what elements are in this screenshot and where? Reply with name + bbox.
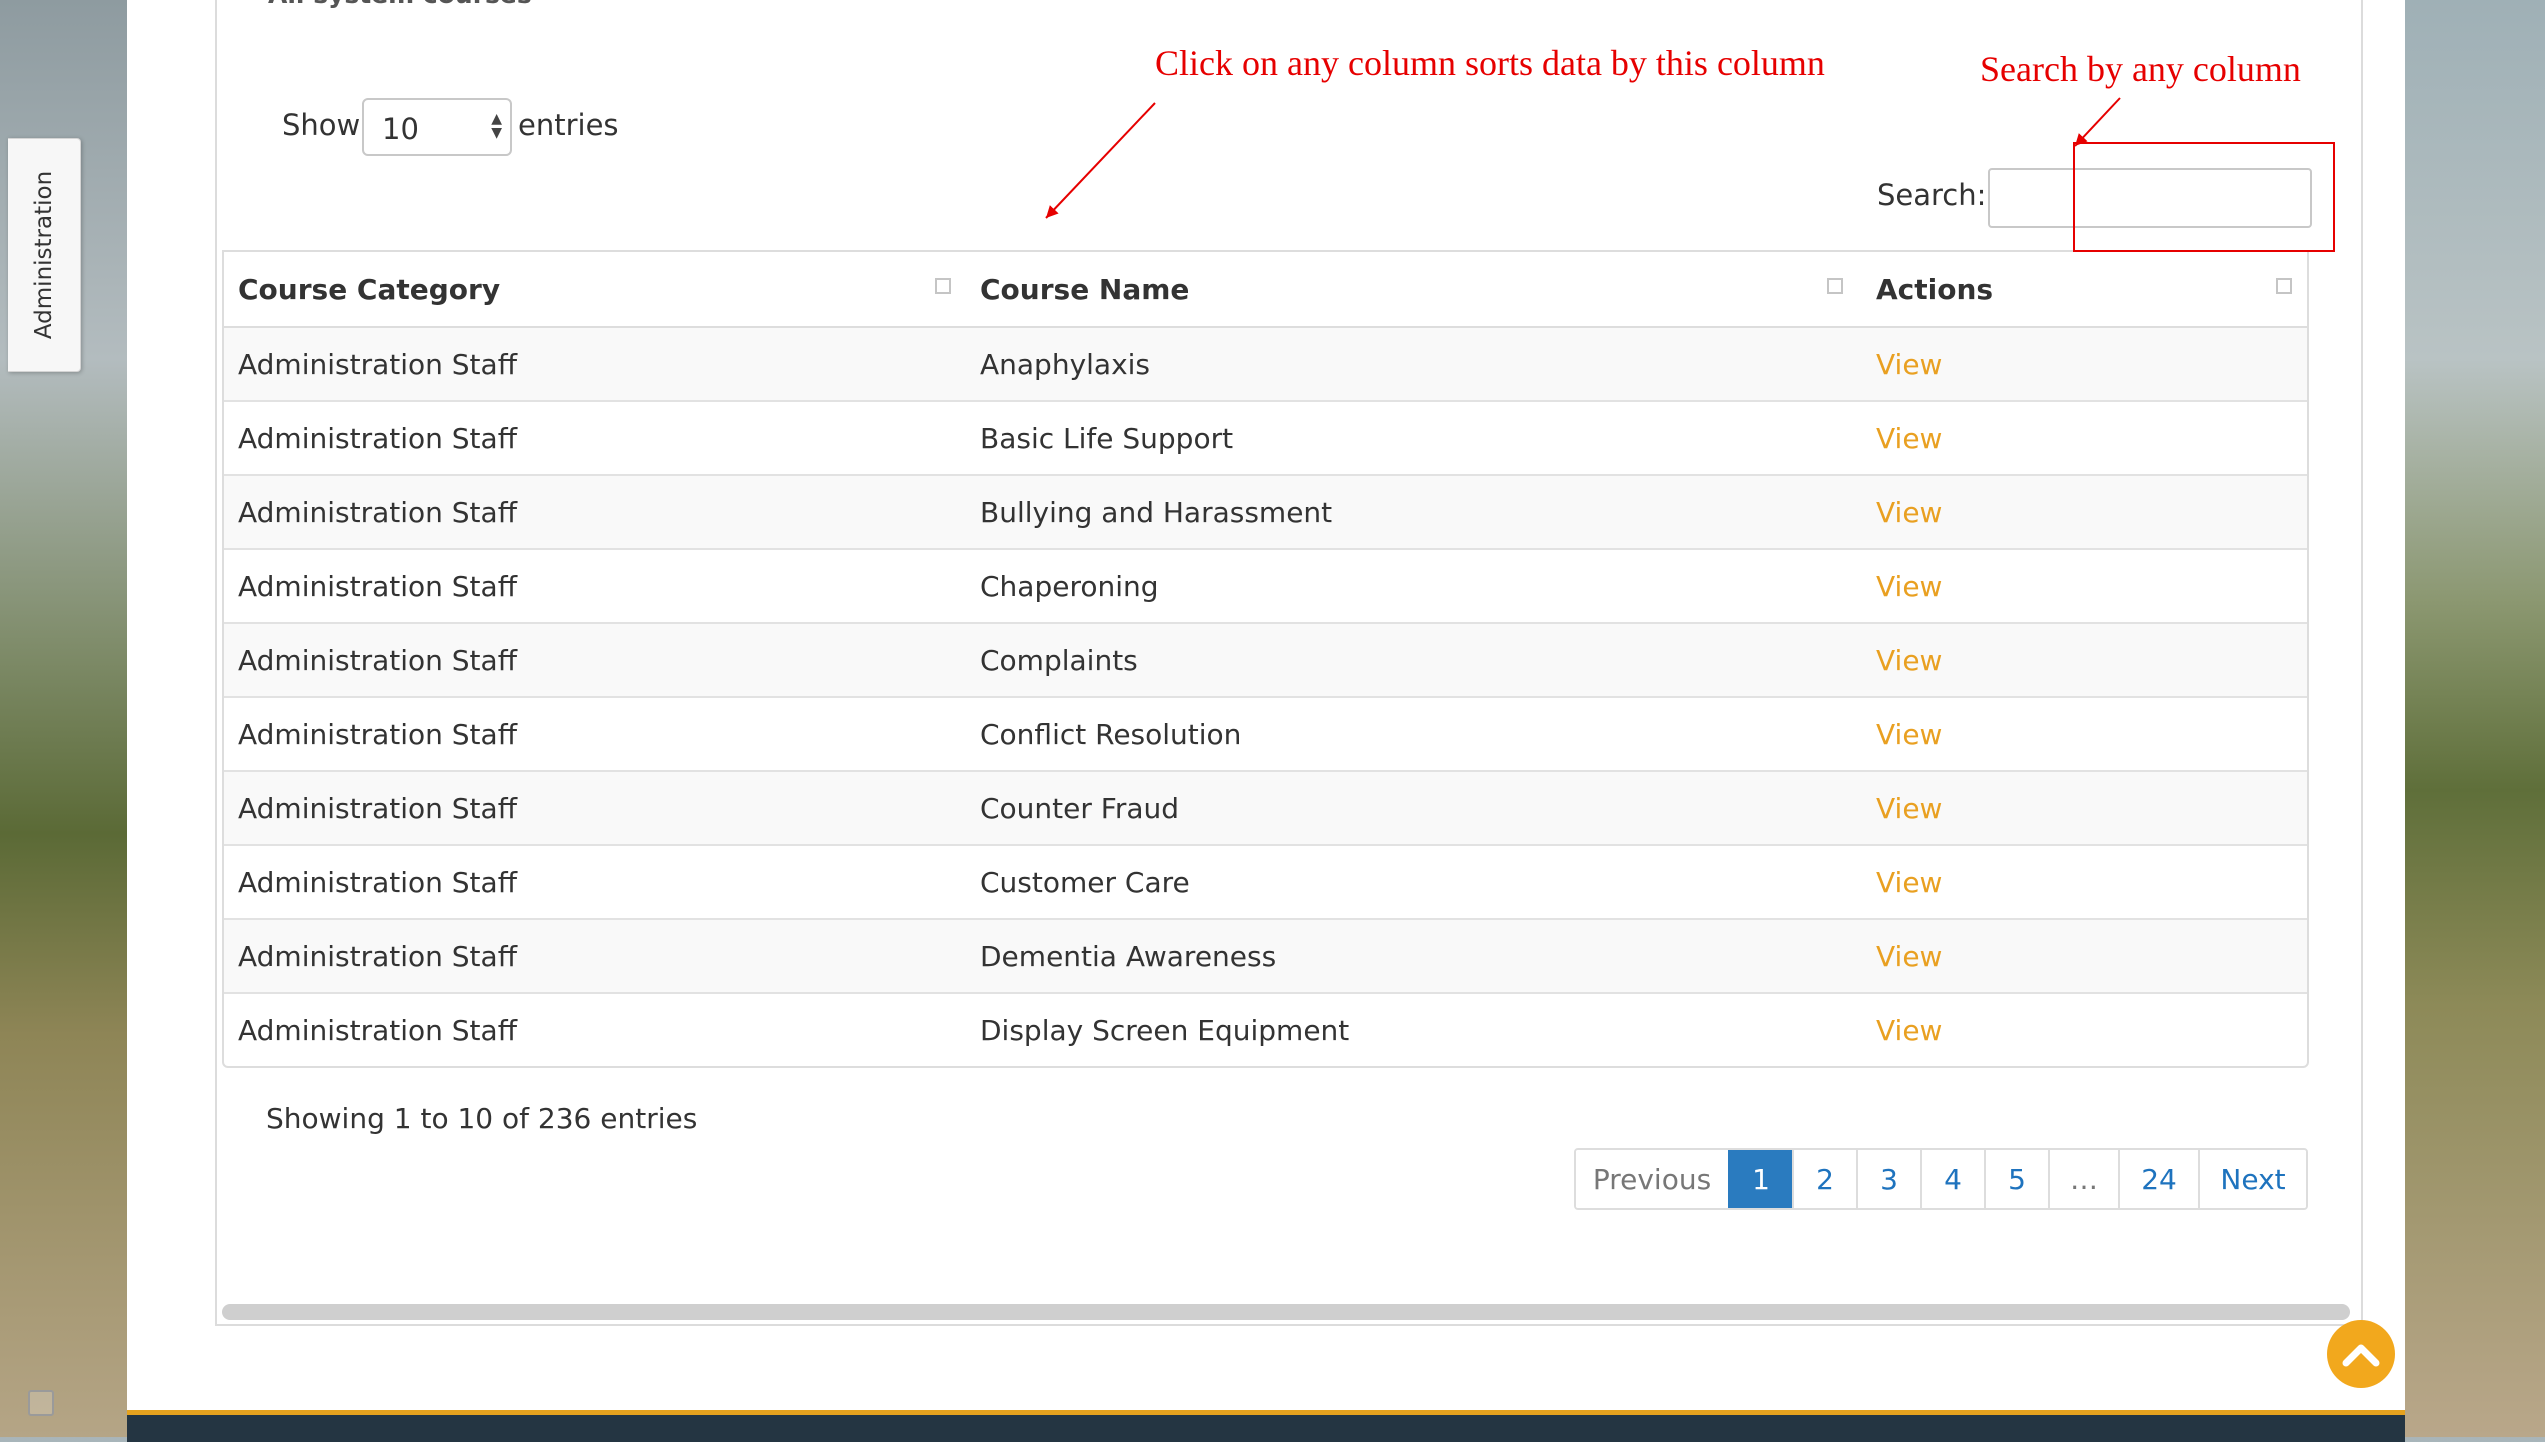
chevron-up-icon <box>2342 1344 2380 1367</box>
expand-icon[interactable] <box>28 1390 54 1416</box>
annotation-arrow-search <box>2074 97 2121 147</box>
scroll-to-top-button[interactable] <box>2327 1320 2395 1388</box>
annotation-arrow-sort <box>1045 102 1156 219</box>
footer-bar <box>127 1410 2405 1442</box>
annotation-arrows <box>1045 97 2121 219</box>
